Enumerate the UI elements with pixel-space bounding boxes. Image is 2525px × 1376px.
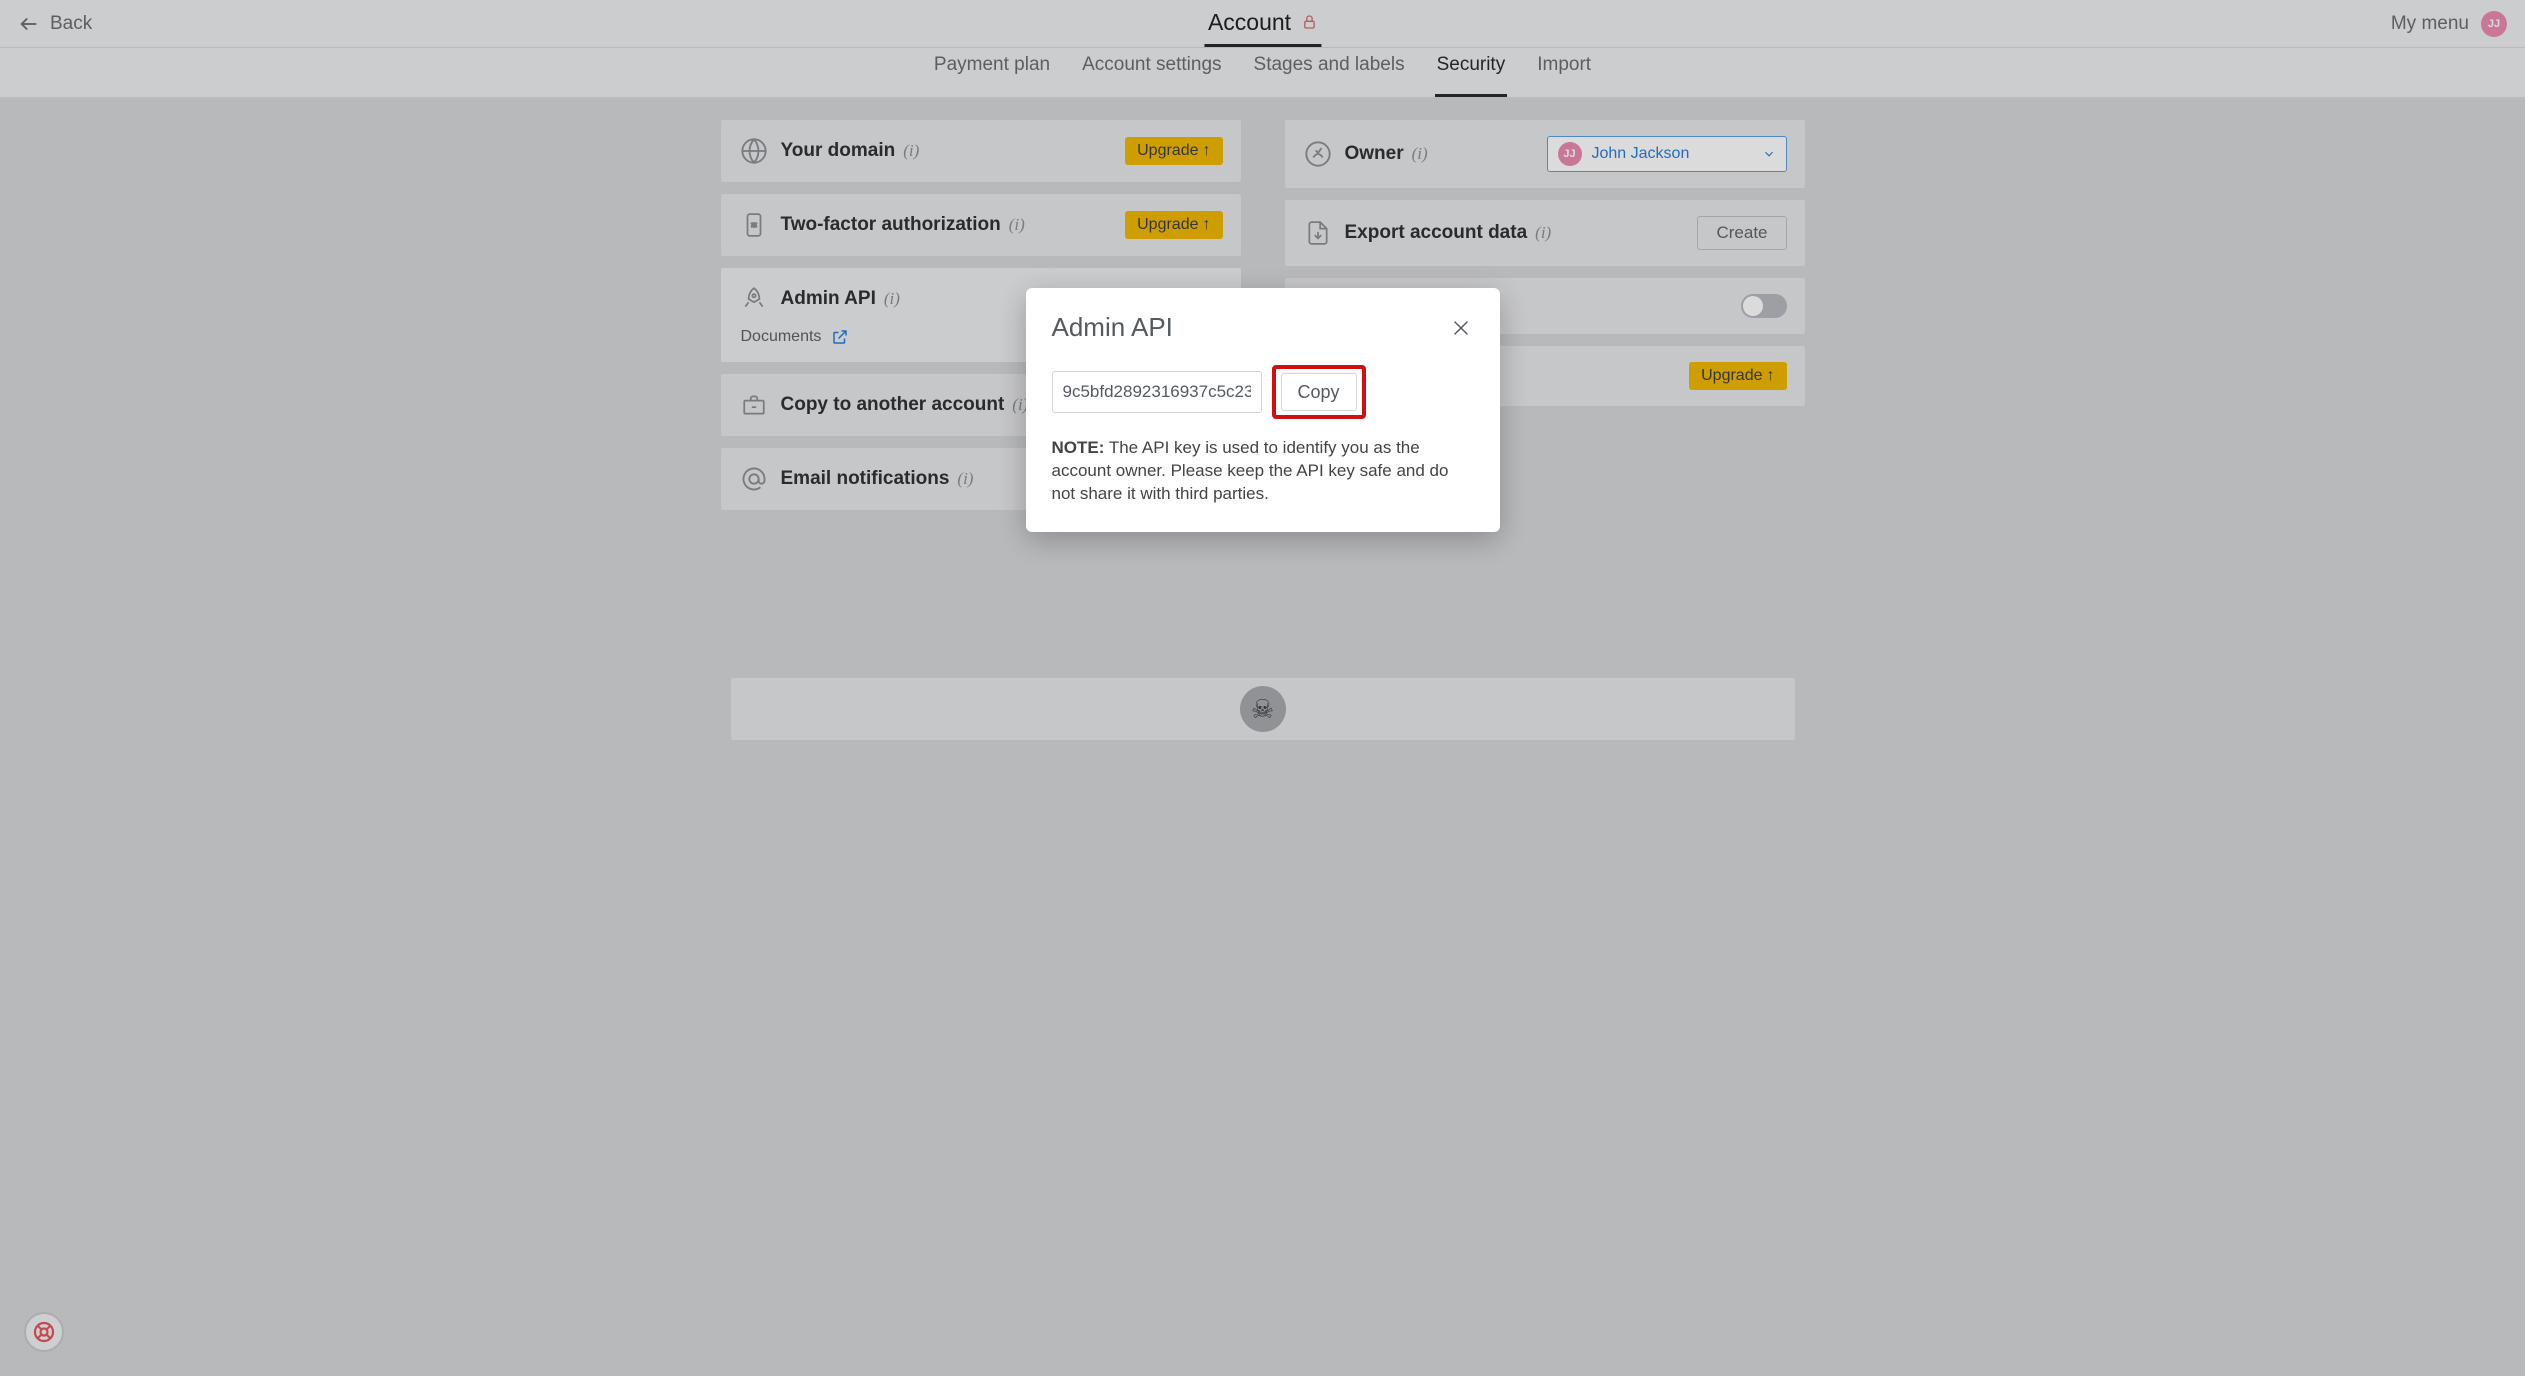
modal-overlay[interactable] [0, 0, 2525, 1376]
note-body: The API key is used to identify you as t… [1052, 438, 1449, 503]
modal-title: Admin API [1052, 312, 1173, 343]
close-icon[interactable] [1448, 315, 1474, 341]
modal-note: NOTE: The API key is used to identify yo… [1052, 437, 1474, 506]
api-key-input[interactable] [1052, 371, 1262, 413]
admin-api-modal: Admin API Copy NOTE: The API key is used… [1026, 288, 1500, 532]
note-prefix: NOTE: [1052, 438, 1105, 457]
copy-button-highlight: Copy [1272, 365, 1366, 419]
copy-button[interactable]: Copy [1281, 373, 1357, 411]
